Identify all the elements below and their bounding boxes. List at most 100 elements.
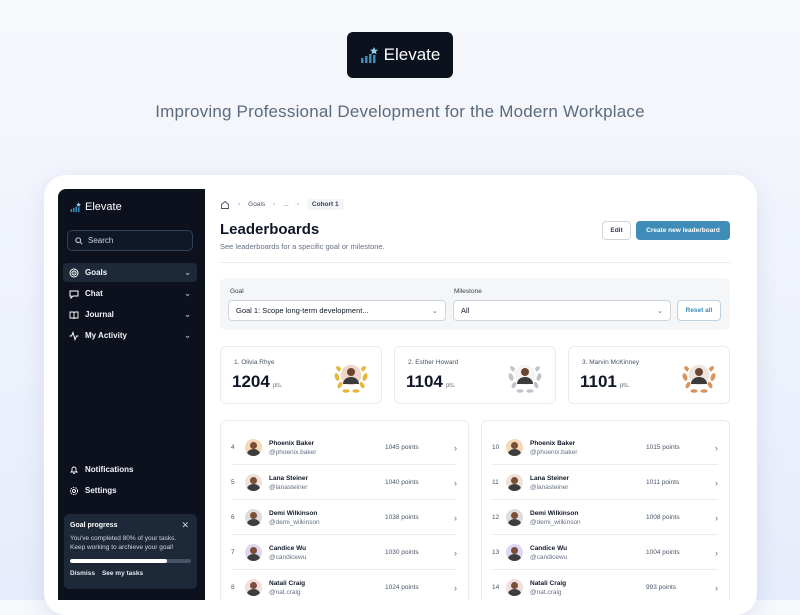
main-content: › Goals › ... › Cohort 1 Leaderboards Se… [205,189,744,600]
leaderboard-row[interactable]: 5 Lana Steiner @lanasteiner 1040 points … [231,466,457,500]
milestone-label: Milestone [454,288,482,295]
nav-item-notifications[interactable]: Notifications [63,460,197,479]
target-icon [69,268,79,277]
row-rank: 10 [492,444,500,451]
chevron-right-icon[interactable]: › [445,443,457,453]
avatar [245,579,262,596]
avatar [506,474,523,491]
leaderboard-row[interactable]: 8 Natali Craig @nat.craig 1024 points › [231,571,457,600]
chevron-right-icon: › [296,201,299,208]
chevron-down-icon: ⌄ [431,306,438,315]
close-icon[interactable]: ✕ [181,520,189,531]
leaderboard-row[interactable]: 12 Demi Wilkinson @demi_wilkinson 1008 p… [492,501,718,535]
leaderboard-list-left: 4 Phoenix Baker @phoenix.baker 1045 poin… [220,420,469,600]
row-rank: 8 [231,584,235,591]
row-handle: @demi_wilkinson [530,518,581,526]
row-handle: @nat.craig [269,588,301,596]
brand-name: Elevate [383,45,441,64]
row-name: Demi Wilkinson [530,509,579,517]
podium-card[interactable]: 1. Olivia Rhye 1204 pts. [220,346,382,404]
podium-card[interactable]: 2. Esther Howard 1104 pts. [394,346,556,404]
search-input[interactable]: Search [67,230,193,251]
gold-wreath-icon [334,363,368,393]
row-handle: @candicewu [530,553,568,561]
see-my-tasks-button[interactable]: See my tasks [102,570,143,577]
row-rank: 4 [231,444,235,451]
avatar [245,544,262,561]
podium-card[interactable]: 3. Marvin McKinney 1101 pts. [568,346,730,404]
gear-icon [69,486,79,495]
leaderboard-list-right: 10 Phoenix Baker @phoenix.baker 1015 poi… [481,420,730,600]
row-points: 1030 points [385,549,419,556]
chevron-right-icon[interactable]: › [445,548,457,558]
leaderboard-row[interactable]: 13 Candice Wu @candicewu 1004 points › [492,536,718,570]
leaderboard-row[interactable]: 11 Lana Steiner @lanasteiner 1011 points… [492,466,718,500]
nav-item-journal[interactable]: Journal ⌄ [63,305,197,324]
row-points: 1024 points [385,584,419,591]
row-rank: 14 [492,584,500,591]
create-leaderboard-button[interactable]: Create new leaderboard [636,221,730,240]
nav-item-chat[interactable]: Chat ⌄ [63,284,197,303]
reset-all-button[interactable]: Reset all [677,300,721,321]
avatar [506,579,523,596]
chevron-right-icon[interactable]: › [706,513,718,523]
podium-name: 3. Marvin McKinney [582,359,640,366]
row-handle: @demi_wilkinson [269,518,320,526]
silver-wreath-icon [508,363,542,393]
goal-select[interactable]: Goal 1: Scope long-term development... ⌄ [228,300,446,321]
breadcrumb-current[interactable]: Cohort 1 [306,199,344,210]
podium-name: 1. Olivia Rhye [234,359,275,366]
avatar [506,544,523,561]
sidebar-logo-text: Elevate [85,201,122,213]
sidebar-logo[interactable]: Elevate [70,201,122,213]
goal-select-value: Goal 1: Scope long-term development... [236,306,369,315]
nav-item-settings[interactable]: Settings [63,481,197,500]
search-placeholder: Search [88,236,114,245]
podium-points-value: 1204 [232,372,270,391]
row-handle: @lanasteiner [269,483,308,491]
row-rank: 7 [231,549,235,556]
leaderboard-row[interactable]: 10 Phoenix Baker @phoenix.baker 1015 poi… [492,431,718,465]
chevron-down-icon: ⌄ [184,289,191,298]
chevron-right-icon[interactable]: › [706,478,718,488]
page-subtitle: See leaderboards for a specific goal or … [220,242,385,251]
chevron-right-icon[interactable]: › [445,513,457,523]
chevron-right-icon[interactable]: › [706,443,718,453]
chat-icon [69,290,79,299]
row-name: Lana Steiner [530,474,570,482]
row-name: Candice Wu [269,544,307,552]
edit-button[interactable]: Edit [602,221,631,240]
dismiss-button[interactable]: Dismiss [70,570,95,577]
podium-points-value: 1104 [406,372,443,391]
row-points: 1015 points [646,444,680,451]
nav-item-my-activity[interactable]: My Activity ⌄ [63,326,197,345]
milestone-select[interactable]: All ⌄ [453,300,671,321]
chevron-right-icon[interactable]: › [445,583,457,593]
chevron-right-icon[interactable]: › [706,548,718,558]
leaderboard-row[interactable]: 14 Natali Craig @nat.craig 993 points › [492,571,718,600]
avatar [245,439,262,456]
breadcrumb-item[interactable]: Goals [248,201,265,208]
podium-name: 2. Esther Howard [408,359,459,366]
sidebar: Elevate Search Goals ⌄ Chat ⌄ Journal ⌄ … [58,189,205,600]
nav-label: Notifications [85,465,134,474]
leaderboard-row[interactable]: 7 Candice Wu @candicewu 1030 points › [231,536,457,570]
avatar [506,439,523,456]
chevron-down-icon: ⌄ [184,268,191,277]
row-points: 1008 points [646,514,680,521]
breadcrumb-item[interactable]: ... [283,201,288,208]
nav-item-goals[interactable]: Goals ⌄ [63,263,197,282]
chevron-right-icon[interactable]: › [445,478,457,488]
leaderboard-row[interactable]: 4 Phoenix Baker @phoenix.baker 1045 poin… [231,431,457,465]
row-points: 1045 points [385,444,419,451]
chevron-down-icon: ⌄ [656,306,663,315]
home-icon[interactable] [220,200,230,210]
app-window: Elevate Search Goals ⌄ Chat ⌄ Journal ⌄ … [58,189,744,600]
podium-points-unit: pts. [619,383,630,389]
leaderboard-row[interactable]: 6 Demi Wilkinson @demi_wilkinson 1038 po… [231,501,457,535]
row-name: Phoenix Baker [530,439,576,447]
divider [220,262,730,263]
row-rank: 5 [231,479,235,486]
chevron-right-icon[interactable]: › [706,583,718,593]
row-handle: @nat.craig [530,588,562,596]
